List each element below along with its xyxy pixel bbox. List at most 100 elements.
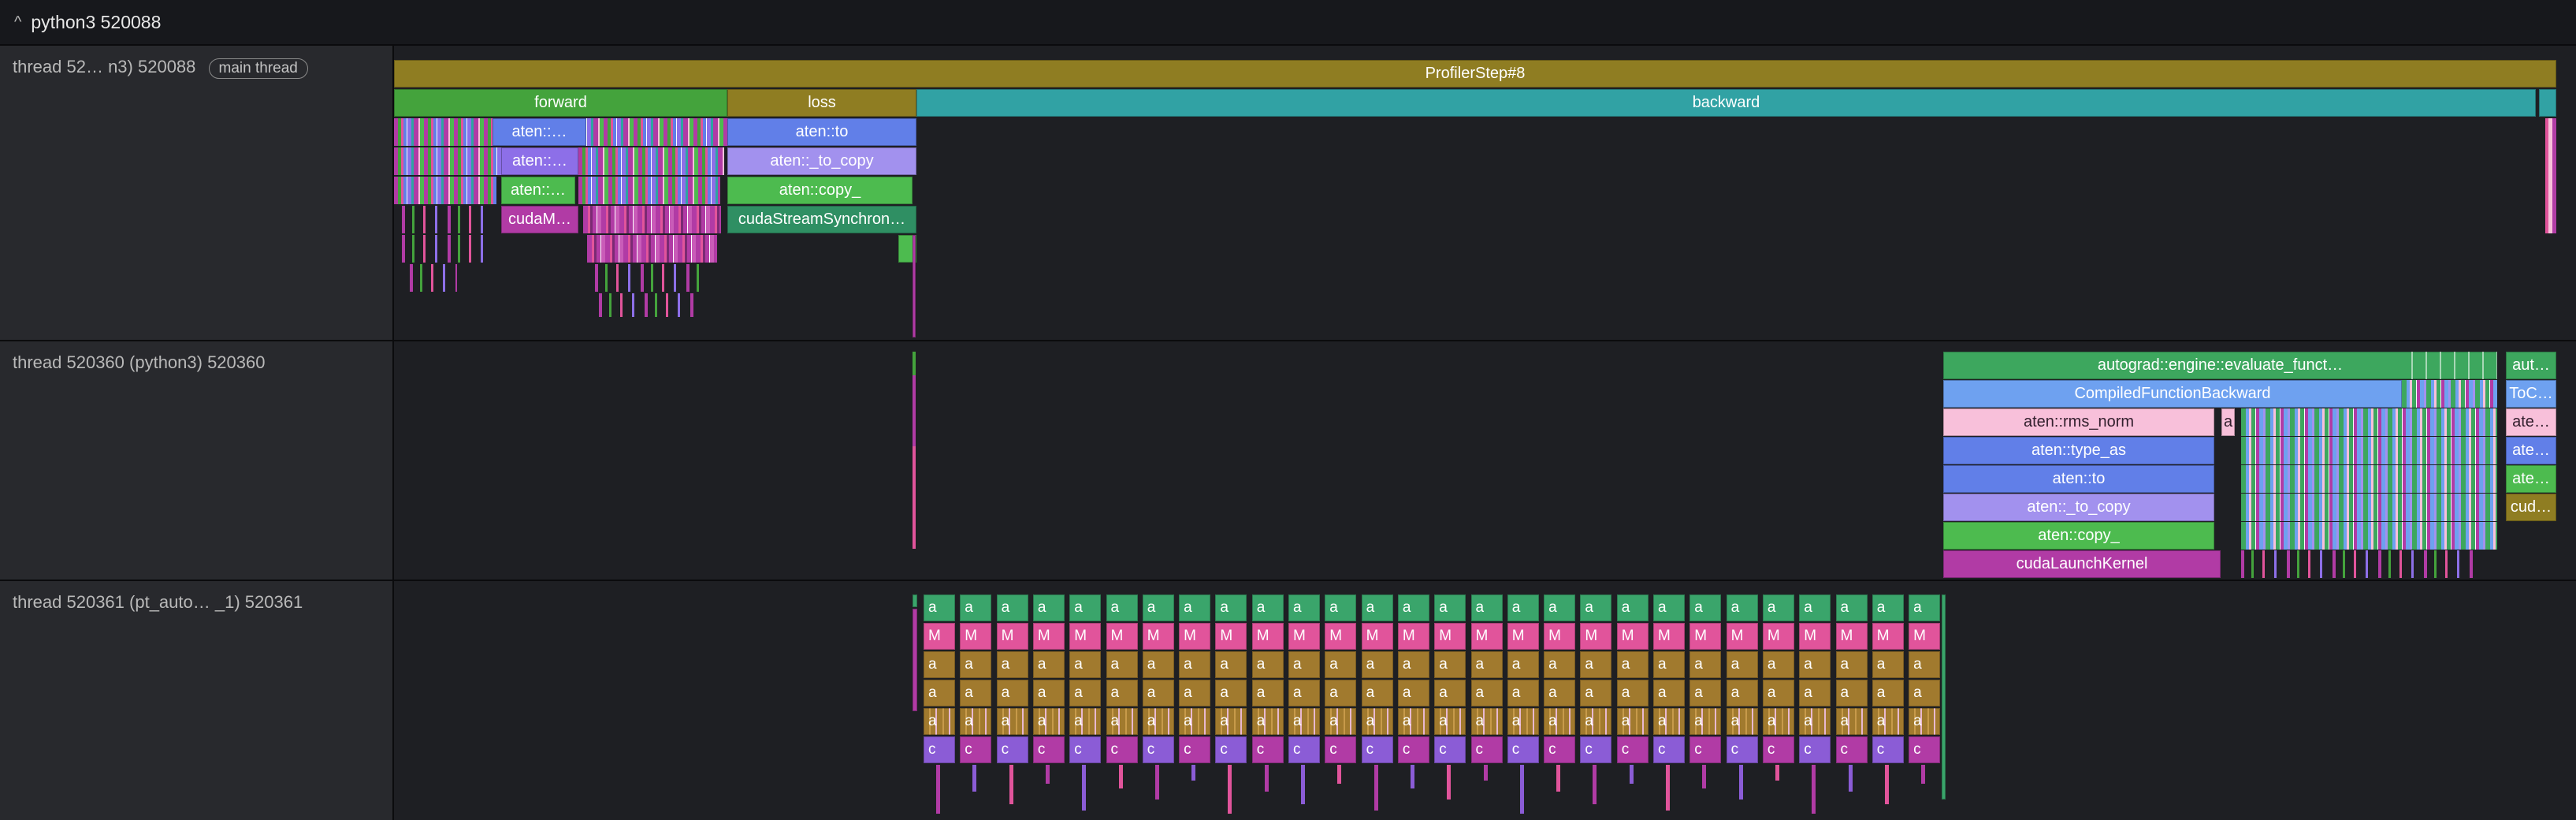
trace-slice[interactable]: M xyxy=(1252,623,1284,650)
dense-slices[interactable] xyxy=(402,206,493,233)
slice-forward[interactable]: forward xyxy=(394,89,727,117)
trace-slice[interactable]: a xyxy=(1215,651,1247,678)
trace-slice[interactable]: a xyxy=(997,680,1028,706)
trace-slice[interactable]: a xyxy=(924,651,955,678)
trace-slice[interactable]: M xyxy=(1544,623,1575,650)
trace-slice[interactable]: c xyxy=(1689,736,1721,763)
trace-slice[interactable]: a xyxy=(1252,708,1284,735)
trace-slice[interactable]: a xyxy=(2221,408,2235,436)
dense-slices[interactable] xyxy=(599,293,693,317)
trace-slice[interactable]: M xyxy=(1398,623,1429,650)
trace-slice[interactable]: a xyxy=(1653,680,1685,706)
trace-slice[interactable]: M xyxy=(1689,623,1721,650)
trace-slice[interactable]: c xyxy=(1653,736,1685,763)
trace-slice[interactable]: M xyxy=(1653,623,1685,650)
trace-slice-thin[interactable] xyxy=(1082,765,1086,811)
trace-slice[interactable]: a xyxy=(1288,651,1320,678)
dense-slices[interactable] xyxy=(595,264,705,292)
trace-slice[interactable]: a xyxy=(1727,680,1758,706)
dense-slices[interactable] xyxy=(2241,465,2497,493)
trace-slice[interactable]: c xyxy=(1507,736,1539,763)
kernel-launch-group[interactable]: aMaaac xyxy=(997,581,1028,820)
trace-slice[interactable]: a xyxy=(997,594,1028,621)
trace-slice[interactable]: a xyxy=(1215,708,1247,735)
trace-slice[interactable]: a xyxy=(1362,594,1393,621)
trace-slice-thin[interactable] xyxy=(1702,765,1706,788)
trace-slice[interactable]: a xyxy=(1398,680,1429,706)
slice-loss[interactable]: loss xyxy=(727,89,916,117)
trace-slice-truncated[interactable]: cud… xyxy=(2506,494,2556,521)
trace-slice[interactable]: a xyxy=(1836,651,1868,678)
trace-slice[interactable] xyxy=(2539,89,2556,117)
kernel-launch-group[interactable]: aMaaac xyxy=(960,581,991,820)
trace-slice[interactable]: a xyxy=(1872,680,1904,706)
trace-slice[interactable]: a xyxy=(1325,708,1356,735)
slice-rms-norm[interactable]: aten::rms_norm xyxy=(1943,408,2214,436)
kernel-launch-group[interactable]: aMaaac xyxy=(1325,581,1356,820)
trace-slice[interactable]: c xyxy=(1471,736,1503,763)
trace-slice[interactable]: M xyxy=(1763,623,1794,650)
trace-slice[interactable]: a xyxy=(924,680,955,706)
trace-slice-thin[interactable] xyxy=(1374,765,1378,811)
trace-slice-thin[interactable] xyxy=(913,594,917,607)
trace-slice[interactable]: M xyxy=(1362,623,1393,650)
kernel-launch-group[interactable]: aMaaac xyxy=(1653,581,1685,820)
trace-slice-thin[interactable] xyxy=(972,765,976,792)
trace-slice[interactable]: a xyxy=(1143,651,1174,678)
trace-slice[interactable]: a xyxy=(1617,680,1649,706)
trace-slice[interactable]: a xyxy=(1689,594,1721,621)
trace-slice-thin[interactable] xyxy=(936,765,940,814)
trace-slice-thin[interactable] xyxy=(1942,594,1946,800)
kernel-launch-group[interactable]: aMaaac xyxy=(1580,581,1611,820)
trace-slice[interactable]: M xyxy=(1033,623,1065,650)
trace-slice[interactable]: a xyxy=(1544,708,1575,735)
slice-aten-copy[interactable]: aten::copy_ xyxy=(1943,522,2214,550)
slice-type-as[interactable]: aten::type_as xyxy=(1943,437,2214,464)
trace-slice-thin[interactable] xyxy=(1630,765,1634,784)
trace-slice[interactable]: a xyxy=(1398,651,1429,678)
trace-slice[interactable]: a xyxy=(1836,680,1868,706)
trace-slice[interactable]: a xyxy=(1362,651,1393,678)
trace-slice[interactable]: a xyxy=(1179,594,1210,621)
trace-slice[interactable]: c xyxy=(1033,736,1065,763)
trace-slice[interactable]: a xyxy=(924,708,955,735)
trace-slice[interactable]: a xyxy=(1033,680,1065,706)
trace-slice[interactable]: a xyxy=(1763,708,1794,735)
trace-slice[interactable]: a xyxy=(1033,594,1065,621)
trace-slice[interactable]: c xyxy=(1252,736,1284,763)
kernel-launch-group[interactable]: aMaaac xyxy=(1471,581,1503,820)
dense-slices[interactable] xyxy=(2399,352,2497,379)
trace-slice[interactable]: a xyxy=(1872,651,1904,678)
trace-slice[interactable]: c xyxy=(1106,736,1138,763)
trace-slice-thin[interactable] xyxy=(1265,765,1269,792)
kernel-launch-group[interactable]: aMaaac xyxy=(1689,581,1721,820)
trace-slice[interactable]: c xyxy=(1215,736,1247,763)
trace-slice[interactable]: a xyxy=(1288,680,1320,706)
trace-slice[interactable]: c xyxy=(1544,736,1575,763)
kernel-launch-group[interactable]: aMaaac xyxy=(1069,581,1101,820)
trace-slice-thin[interactable] xyxy=(1119,765,1123,788)
dense-slices[interactable] xyxy=(2241,550,2477,578)
slice-backward[interactable]: backward xyxy=(916,89,2536,117)
trace-slice[interactable]: a xyxy=(1398,594,1429,621)
trace-slice[interactable]: a xyxy=(1836,708,1868,735)
kernel-launch-group[interactable]: aMaaac xyxy=(1252,581,1284,820)
slice-aten-to-copy[interactable]: aten::_to_copy xyxy=(1943,494,2214,521)
trace-slice[interactable]: a xyxy=(1143,680,1174,706)
trace-slice[interactable]: M xyxy=(1617,623,1649,650)
trace-slice[interactable]: a xyxy=(1909,651,1940,678)
kernel-launch-group[interactable]: aMaaac xyxy=(1143,581,1174,820)
trace-slice-thin[interactable] xyxy=(1046,765,1050,784)
trace-slice[interactable]: a xyxy=(1288,708,1320,735)
kernel-launch-group[interactable]: aMaaac xyxy=(1763,581,1794,820)
trace-slice[interactable]: M xyxy=(1471,623,1503,650)
trace-slice-thin[interactable] xyxy=(1849,765,1853,792)
trace-slice[interactable]: c xyxy=(1143,736,1174,763)
trace-slice-thin[interactable] xyxy=(913,609,917,711)
trace-slice-thin[interactable] xyxy=(1556,765,1560,792)
trace-slice[interactable]: c xyxy=(1325,736,1356,763)
kernel-launch-group[interactable]: aMaaac xyxy=(1033,581,1065,820)
trace-slice[interactable]: a xyxy=(1215,680,1247,706)
trace-slice[interactable]: a xyxy=(1653,708,1685,735)
trace-slice-thin[interactable] xyxy=(1885,765,1889,804)
